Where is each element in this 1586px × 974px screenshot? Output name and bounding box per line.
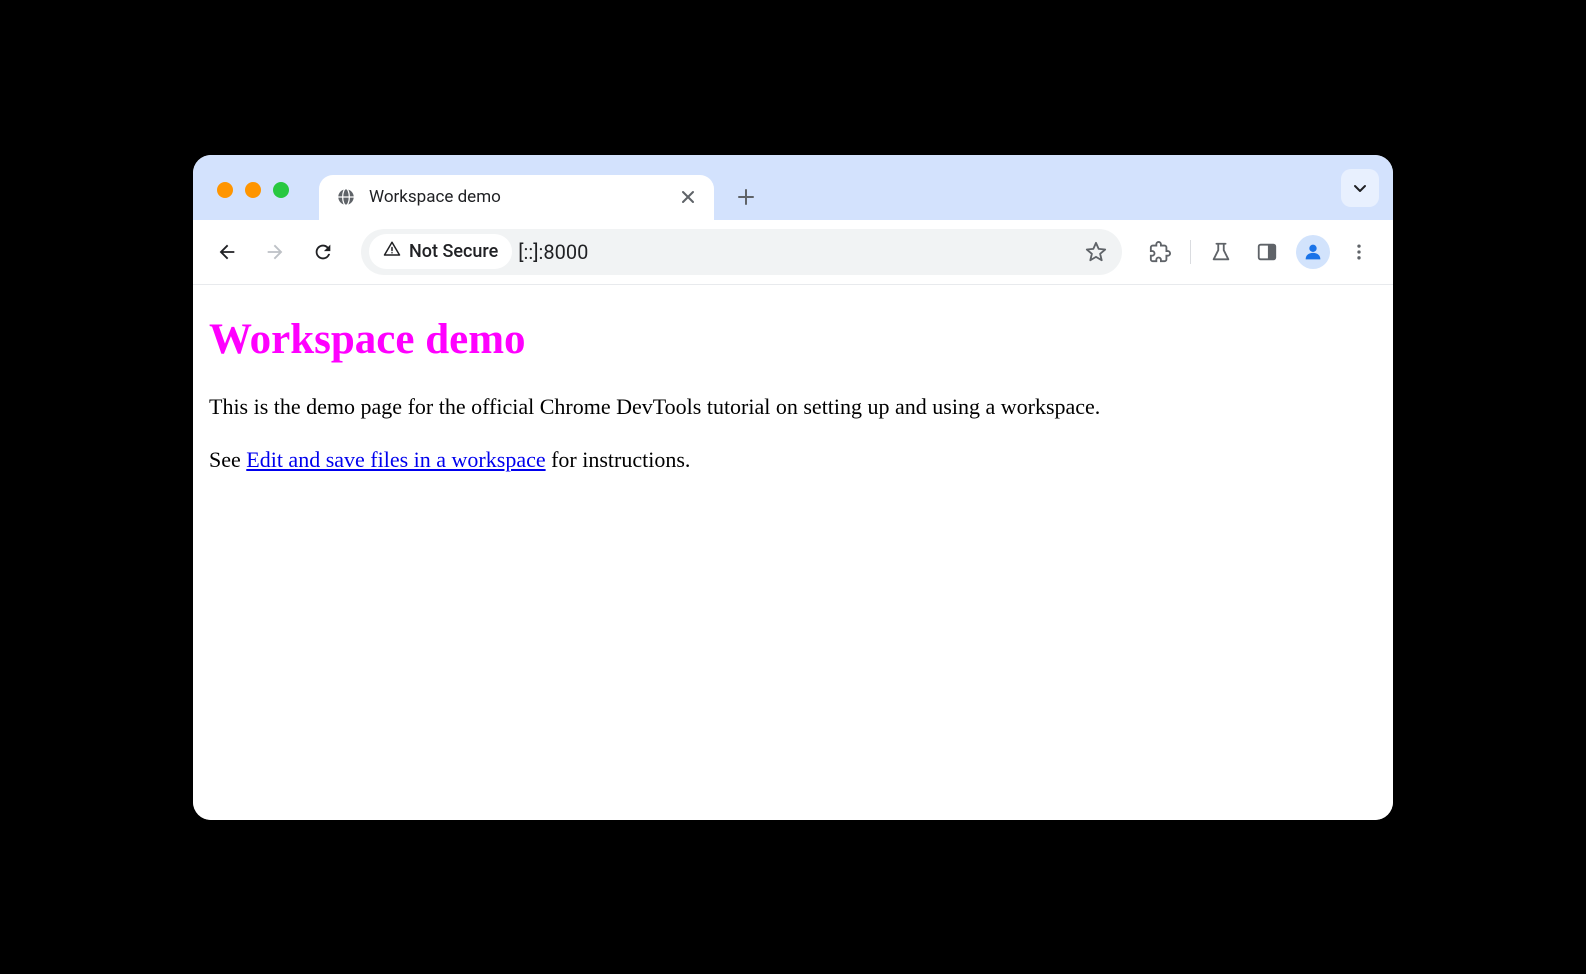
- extensions-button[interactable]: [1140, 232, 1180, 272]
- minimize-window-button[interactable]: [245, 182, 261, 198]
- paragraph-text: for instructions.: [546, 447, 691, 472]
- menu-button[interactable]: [1339, 232, 1379, 272]
- security-chip[interactable]: Not Secure: [369, 234, 512, 269]
- side-panel-button[interactable]: [1247, 232, 1287, 272]
- avatar: [1296, 235, 1330, 269]
- reload-button[interactable]: [303, 232, 343, 272]
- new-tab-button[interactable]: [728, 179, 764, 215]
- labs-button[interactable]: [1201, 232, 1241, 272]
- tab-title: Workspace demo: [369, 187, 666, 207]
- tab-strip: Workspace demo: [193, 155, 1393, 220]
- page-content: Workspace demo This is the demo page for…: [193, 285, 1393, 820]
- url-text: [::]:8000: [518, 240, 1072, 264]
- forward-button[interactable]: [255, 232, 295, 272]
- page-paragraph-2: See Edit and save files in a workspace f…: [209, 445, 1377, 475]
- page-paragraph-1: This is the demo page for the official C…: [209, 392, 1377, 422]
- toolbar: Not Secure [::]:8000: [193, 220, 1393, 285]
- maximize-window-button[interactable]: [273, 182, 289, 198]
- back-button[interactable]: [207, 232, 247, 272]
- tab-search-button[interactable]: [1341, 169, 1379, 207]
- globe-icon: [335, 186, 357, 208]
- toolbar-divider: [1190, 240, 1191, 264]
- browser-window: Workspace demo: [193, 155, 1393, 820]
- paragraph-text: See: [209, 447, 246, 472]
- window-controls: [217, 182, 289, 198]
- close-tab-button[interactable]: [678, 187, 698, 207]
- address-bar[interactable]: Not Secure [::]:8000: [361, 229, 1122, 275]
- close-window-button[interactable]: [217, 182, 233, 198]
- page-heading: Workspace demo: [209, 315, 1377, 364]
- browser-tab[interactable]: Workspace demo: [319, 175, 714, 220]
- profile-button[interactable]: [1293, 232, 1333, 272]
- warning-icon: [383, 240, 401, 263]
- security-label: Not Secure: [409, 241, 498, 262]
- toolbar-actions: [1140, 232, 1379, 272]
- bookmark-button[interactable]: [1078, 234, 1114, 270]
- tutorial-link[interactable]: Edit and save files in a workspace: [246, 447, 545, 472]
